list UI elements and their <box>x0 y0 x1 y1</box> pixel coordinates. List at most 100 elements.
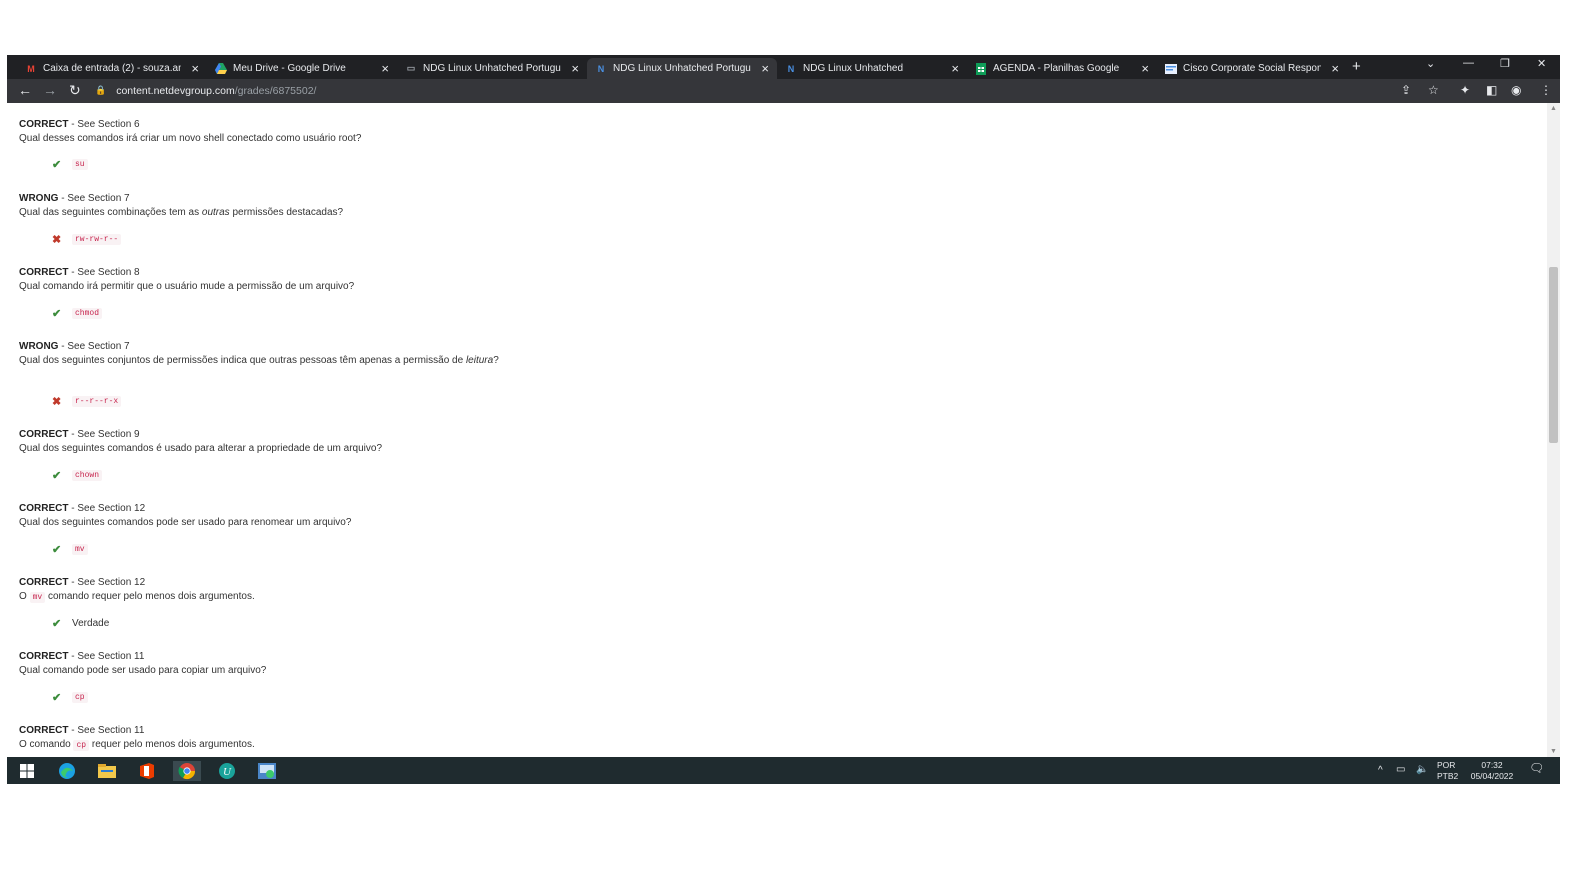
tab-ndg-2[interactable]: N NDG Linux Unhatched × <box>777 58 967 79</box>
question-section: - See Section 8 <box>68 267 140 278</box>
tab-sheets[interactable]: AGENDA - Planilhas Google × <box>967 58 1157 79</box>
share-icon[interactable]: ⇪ <box>1401 83 1411 97</box>
clock-date: 05/04/2022 <box>1470 771 1514 781</box>
answer-4: ✖ r--r--r-x <box>52 395 122 408</box>
close-icon[interactable]: × <box>1331 61 1339 76</box>
question-text: Qual comando irá permitir que o usuário … <box>19 280 355 292</box>
answer-code: su <box>72 159 88 170</box>
question-text: O comando cp requer pelo menos dois argu… <box>19 738 519 753</box>
drive-icon <box>215 63 227 75</box>
side-panel-icon[interactable]: ◧ <box>1486 83 1497 97</box>
back-icon[interactable]: ← <box>18 82 32 98</box>
answer-7: ✔ Verdade <box>52 617 109 630</box>
minimize-icon[interactable]: — <box>1463 57 1474 69</box>
chrome-icon[interactable] <box>173 761 201 781</box>
tab-search-icon[interactable]: ⌄ <box>1426 57 1435 70</box>
tab-ndg-active[interactable]: N NDG Linux Unhatched Português × <box>587 58 777 79</box>
close-icon[interactable]: × <box>381 61 389 76</box>
tab-title: NDG Linux Unhatched Português <box>613 63 751 74</box>
language: POR <box>1437 760 1456 770</box>
grades-page: CORRECT - See Section 6 Qual desses coma… <box>7 103 1547 757</box>
question-status: CORRECT <box>19 267 69 278</box>
windows-start-icon[interactable] <box>13 761 41 781</box>
profile-avatar-icon[interactable]: ◉ <box>1511 83 1521 97</box>
question-text: Qual desses comandos irá criar um novo s… <box>19 132 362 144</box>
answer-8: ✔ cp <box>52 691 88 704</box>
question-status: CORRECT <box>19 503 69 514</box>
network-icon[interactable]: ▭ <box>1396 764 1405 775</box>
tray-chevron-icon[interactable]: ^ <box>1378 765 1383 776</box>
tab-ndg-1[interactable]: ▭ NDG Linux Unhatched Português × <box>397 58 587 79</box>
new-tab-icon[interactable]: + <box>1352 58 1361 75</box>
forward-icon[interactable]: → <box>43 82 57 98</box>
page-scrollbar[interactable]: ▲ ▼ <box>1547 103 1560 757</box>
app-image-icon[interactable] <box>253 761 281 781</box>
window-close-icon[interactable]: ✕ <box>1537 57 1546 70</box>
answer-text: Verdade <box>72 618 110 629</box>
answer-code: rw-rw-r-- <box>72 234 122 245</box>
check-icon: ✔ <box>52 308 62 320</box>
extensions-icon[interactable]: ✦ <box>1460 83 1470 97</box>
question-status: CORRECT <box>19 577 69 588</box>
question-text-pre: O <box>19 590 30 602</box>
question-status: CORRECT <box>19 651 69 662</box>
question-section: - See Section 7 <box>58 193 130 204</box>
question-text-pre: O comando <box>19 738 74 750</box>
question-section: - See Section 11 <box>68 725 145 736</box>
url-host: content.netdevgroup.com <box>116 84 235 97</box>
question-6: CORRECT - See Section 12 Qual dos seguin… <box>19 502 519 529</box>
tab-cisco[interactable]: Cisco Corporate Social Respons × <box>1157 58 1347 79</box>
tab-title: NDG Linux Unhatched Português <box>423 63 561 74</box>
tab-title: Cisco Corporate Social Respons <box>1183 63 1321 74</box>
edge-icon[interactable] <box>53 761 81 781</box>
notifications-icon[interactable]: 🗨 <box>1529 762 1544 774</box>
address-bar[interactable]: 🔒 content.netdevgroup.com/grades/6875502… <box>95 81 1395 100</box>
app-u-icon[interactable]: U <box>213 761 241 781</box>
office-icon[interactable] <box>133 761 161 781</box>
answer-3: ✔ chmod <box>52 307 103 320</box>
question-text: Qual dos seguintes conjuntos de permissõ… <box>19 354 499 366</box>
question-2: WRONG - See Section 7 Qual das seguintes… <box>19 192 519 219</box>
clock[interactable]: 07:32 05/04/2022 <box>1467 760 1517 782</box>
file-explorer-icon[interactable] <box>93 761 121 781</box>
volume-icon[interactable]: 🔈 <box>1416 764 1428 775</box>
answer-code: mv <box>72 544 88 555</box>
tab-gmail[interactable]: M Caixa de entrada (2) - souza.and × <box>17 58 207 79</box>
keyboard-layout: PTB2 <box>1437 771 1459 781</box>
close-icon[interactable]: × <box>571 61 579 76</box>
close-icon[interactable]: × <box>951 61 959 76</box>
close-icon[interactable]: × <box>1141 61 1149 76</box>
close-icon[interactable]: × <box>191 61 199 76</box>
scrollbar-thumb[interactable] <box>1549 267 1558 443</box>
tab-drive[interactable]: Meu Drive - Google Drive × <box>207 58 397 79</box>
question-status: WRONG <box>19 341 59 352</box>
question-8: CORRECT - See Section 11 Qual comando po… <box>19 650 519 677</box>
question-text: Qual dos seguintes comandos pode ser usa… <box>19 516 352 528</box>
question-section: - See Section 7 <box>58 341 130 352</box>
check-icon: ✔ <box>52 692 62 704</box>
question-status: CORRECT <box>19 725 69 736</box>
question-text: Qual dos seguintes comandos é usado para… <box>19 442 383 454</box>
question-status: CORRECT <box>19 429 69 440</box>
url-path: /grades/6875502/ <box>234 84 317 97</box>
question-1: CORRECT - See Section 6 Qual desses coma… <box>19 118 519 145</box>
check-icon: ✔ <box>52 544 62 556</box>
question-text: Qual das seguintes combinações tem as ou… <box>19 206 344 218</box>
screen: M Caixa de entrada (2) - souza.and × Meu… <box>7 55 1560 784</box>
ndg-icon: N <box>597 63 605 74</box>
reload-icon[interactable]: ↻ <box>69 82 81 99</box>
bookmark-star-icon[interactable]: ☆ <box>1428 83 1439 97</box>
answer-code: r--r--r-x <box>72 396 122 407</box>
lock-icon[interactable]: 🔒 <box>95 85 106 96</box>
check-icon: ✔ <box>52 159 62 171</box>
scroll-down-icon[interactable]: ▼ <box>1550 748 1557 755</box>
restore-icon[interactable]: ❐ <box>1500 57 1510 70</box>
question-text: Qual comando pode ser usado para copiar … <box>19 664 267 676</box>
menu-icon[interactable]: ⋮ <box>1540 83 1552 97</box>
language-indicator[interactable]: POR PTB2 <box>1437 760 1458 782</box>
question-section: - See Section 6 <box>68 119 140 130</box>
question-status: WRONG <box>19 193 59 204</box>
close-icon[interactable]: × <box>761 61 769 76</box>
question-9: CORRECT - See Section 11 O comando cp re… <box>19 724 519 752</box>
scroll-up-icon[interactable]: ▲ <box>1550 105 1557 112</box>
